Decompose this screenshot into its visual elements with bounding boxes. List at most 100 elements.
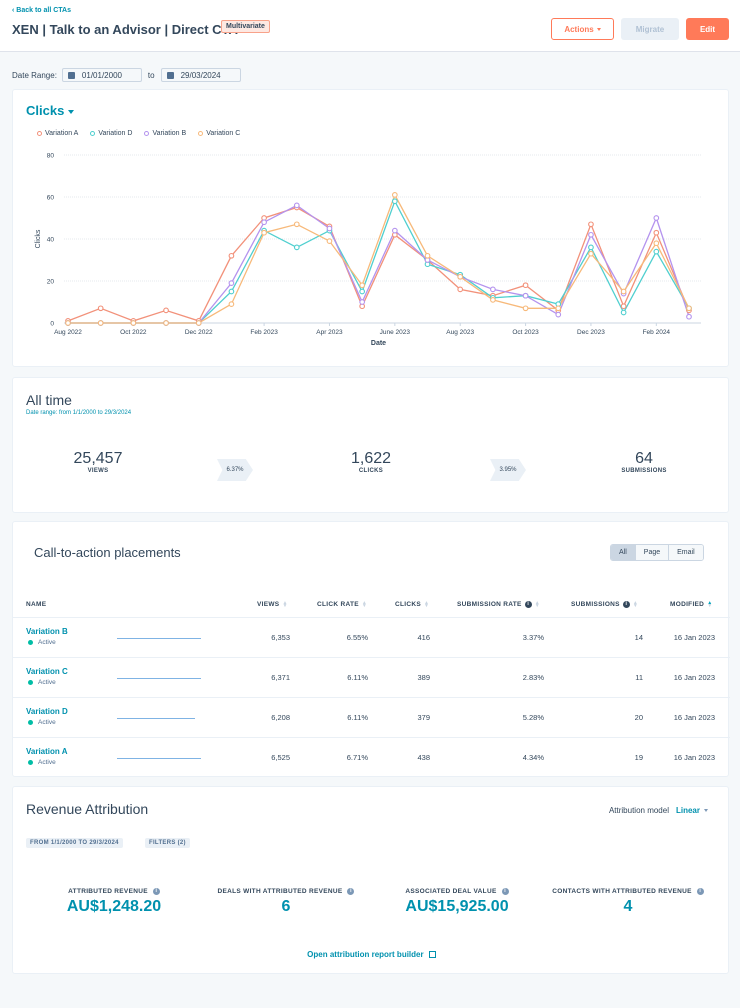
submissions-value: 64 [635, 450, 653, 467]
all-time-subtitle: Date range: from 1/1/2000 to 29/3/2024 [26, 410, 132, 416]
column-header-name[interactable]: NAME [26, 601, 46, 608]
sparkline [117, 678, 201, 679]
column-header-click-rate[interactable]: CLICK RATE ▲ ▼ [317, 599, 368, 609]
data-point [293, 221, 300, 228]
info-icon[interactable]: i [501, 888, 509, 895]
data-point [555, 305, 562, 312]
y-tick-label: 40 [47, 237, 55, 244]
placements-title: Call-to-action placements [34, 545, 181, 560]
data-point [228, 252, 235, 259]
clicks-label: CLICKS [358, 468, 384, 474]
status-dot-icon [28, 720, 33, 725]
clicks-cell: 389 [417, 673, 430, 682]
attribution-model-dropdown[interactable]: Linear [676, 806, 700, 815]
open-report-builder-link[interactable]: Open attribution report builder [13, 950, 730, 959]
column-header-modified[interactable]: MODIFIED ▲ ▼ [670, 599, 713, 609]
data-point [588, 250, 594, 257]
date-to-input[interactable]: 29/03/2024 [160, 68, 241, 82]
status-label: Active [38, 679, 56, 686]
variation-name-link[interactable]: Variation D [26, 707, 68, 716]
data-point [686, 305, 692, 312]
views-cell: 6,371 [271, 673, 290, 682]
y-tick-label: 60 [47, 195, 55, 202]
column-label: SUBMISSIONS [571, 601, 620, 608]
data-point [130, 320, 137, 326]
info-icon[interactable]: i [622, 601, 630, 608]
back-link[interactable]: ‹ Back to all CTAs [12, 7, 71, 14]
submission-rate-cell: 3.37% [522, 633, 544, 642]
views-cell: 6,525 [271, 753, 290, 762]
x-tick-label: Feb 2024 [643, 329, 671, 336]
filter-email[interactable]: Email [669, 545, 703, 560]
filter-page[interactable]: Page [635, 545, 670, 560]
data-point [620, 303, 627, 310]
stat-value: AU$1,248.20 [66, 898, 162, 915]
variation-name-link[interactable]: Variation B [26, 627, 68, 636]
data-point [359, 299, 366, 305]
date-from-input[interactable]: 01/01/2000 [61, 68, 142, 82]
info-icon[interactable]: i [696, 888, 704, 895]
edit-button[interactable]: Edit [686, 18, 729, 40]
stat-label: DEALS WITH ATTRIBUTED REVENUE [217, 888, 343, 895]
revenue-title: Revenue Attribution [26, 801, 149, 817]
migrate-button[interactable]: Migrate [621, 18, 679, 40]
x-tick-label: Oct 2023 [512, 329, 539, 336]
data-point [620, 309, 627, 316]
variation-name-link[interactable]: Variation C [26, 667, 68, 676]
column-header-clicks[interactable]: CLICKS ▲ ▼ [395, 599, 430, 609]
data-point [653, 229, 660, 236]
data-point [653, 240, 660, 247]
column-label: VIEWS [257, 601, 280, 608]
x-tick-label: Dec 2023 [577, 329, 605, 336]
y-tick-label: 80 [47, 153, 55, 160]
data-point [228, 301, 235, 307]
view-to-click-rate: 6.37% [217, 459, 253, 481]
modified-cell: 16 Jan 2023 [673, 713, 715, 722]
sort-icon: ▲ ▼ [361, 599, 368, 609]
date-range-label: Date Range: [12, 70, 57, 80]
chevron-down-icon [704, 809, 708, 812]
column-label: CLICK RATE [317, 601, 359, 608]
data-point [686, 313, 692, 320]
submissions-label: SUBMISSIONS [621, 468, 667, 474]
click-rate-cell: 6.11% [347, 713, 368, 722]
y-tick-label: 0 [50, 321, 54, 328]
multivariate-badge: Multivariate [221, 20, 270, 33]
data-point [65, 320, 71, 326]
x-tick-label: Dec 2022 [185, 329, 213, 336]
sort-icon: ▲ ▼ [534, 599, 540, 609]
sparkline [117, 758, 201, 759]
sort-icon: ▲ ▼ [424, 599, 430, 609]
info-icon[interactable]: i [524, 601, 532, 608]
data-point [326, 238, 333, 244]
all-time-card: All time Date range: from 1/1/2000 to 29… [12, 377, 729, 513]
series-line [67, 206, 690, 322]
column-header-submissions[interactable]: SUBMISSIONS i ▲ ▼ [571, 600, 638, 608]
data-point [359, 288, 366, 295]
submissions-cell: 14 [634, 633, 643, 642]
column-header-submission-rate[interactable]: SUBMISSION RATE i ▲ ▼ [457, 599, 540, 609]
variation-name-link[interactable]: Variation A [26, 747, 68, 756]
filters-pill[interactable]: FILTERS (2) [145, 838, 190, 848]
chevron-down-icon [596, 27, 601, 31]
date-to-value: 29/03/2024 [180, 70, 221, 80]
column-label: SUBMISSION RATE [457, 601, 522, 608]
attributed-revenue-stat: ATTRIBUTED REVENUE i AU$1,248.20 [29, 888, 199, 916]
actions-label: Actions [564, 24, 594, 34]
column-header-views[interactable]: VIEWS ▲ ▼ [257, 600, 288, 608]
data-point [391, 227, 398, 234]
y-tick-label: 20 [47, 279, 55, 286]
data-point [653, 215, 660, 221]
data-point [555, 311, 562, 318]
data-point [457, 286, 464, 293]
actions-button[interactable]: Actions [551, 18, 614, 40]
info-icon[interactable]: i [152, 888, 160, 895]
filter-all[interactable]: All [611, 545, 636, 560]
sort-ascending-icon: ▲ ▼ [707, 599, 713, 609]
stat-value: 4 [623, 898, 633, 915]
info-icon[interactable]: i [347, 888, 355, 895]
y-axis-label: Clicks [35, 229, 42, 248]
date-to-label: to [147, 70, 155, 80]
data-point [97, 320, 104, 326]
status-badge: Active [28, 719, 56, 726]
